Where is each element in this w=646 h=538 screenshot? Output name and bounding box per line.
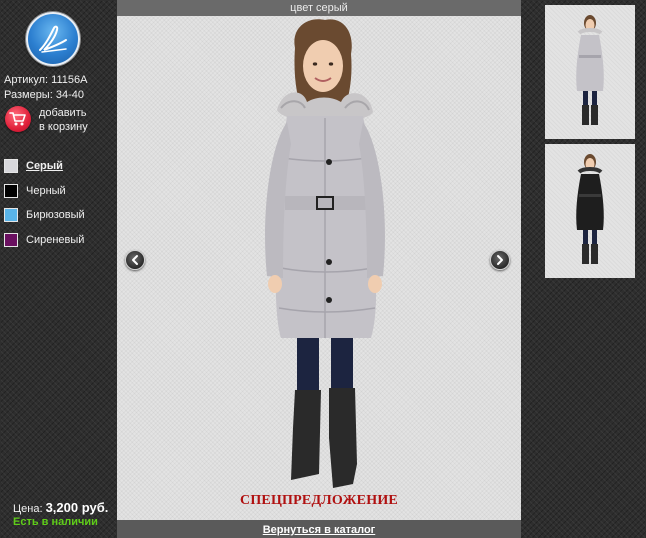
shopping-cart-icon[interactable] — [5, 106, 31, 132]
color-option-gray[interactable]: Серый — [4, 158, 116, 174]
article-value: 11156A — [51, 74, 88, 86]
product-sidebar: Артикул: 11156A Размеры: 34-40 добавить … — [0, 0, 117, 538]
color-label-black[interactable]: Черный — [26, 185, 66, 197]
price-amount: 3,200 руб. — [45, 500, 109, 515]
color-label-gray[interactable]: Серый — [26, 160, 63, 172]
viewer-footer: Вернуться в каталог — [117, 520, 521, 538]
color-swatch-turquoise[interactable] — [4, 208, 18, 222]
thumbnail-gray-image — [576, 15, 604, 125]
color-option-black[interactable]: Черный — [4, 183, 116, 199]
color-list: Серый Черный Бирюзовый Сиреневый — [4, 158, 116, 256]
thumbnail-black-image — [576, 154, 604, 264]
thumbnail-list — [545, 5, 635, 283]
add-to-cart-label-line1: добавить — [39, 107, 87, 119]
sizes-value: 34-40 — [55, 89, 84, 101]
color-swatch-lilac[interactable] — [4, 232, 18, 247]
article-line: Артикул: 11156A — [4, 73, 87, 88]
chevron-right-icon — [497, 255, 503, 265]
add-to-cart-label-line2: в корзину — [39, 121, 88, 133]
chevron-left-icon — [132, 255, 138, 265]
thumbnail-black[interactable] — [545, 144, 635, 278]
thumbnail-gray[interactable] — [545, 5, 635, 139]
logo-emblem-icon[interactable] — [26, 12, 80, 66]
price-label: Цена: — [13, 503, 43, 515]
color-label-turquoise[interactable]: Бирюзовый — [26, 209, 85, 221]
color-option-turquoise[interactable]: Бирюзовый — [4, 207, 116, 223]
price: Цена: 3,200 руб. — [13, 500, 108, 515]
back-to-catalog-link[interactable]: Вернуться в каталог — [263, 524, 376, 536]
sizes-line: Размеры: 34-40 — [4, 88, 87, 103]
color-swatch-gray[interactable] — [4, 159, 18, 173]
logo-emblem-glyph — [39, 25, 67, 53]
image-viewer: цвет серый СПЕЦПРЕДЛОЖЕНИЕ Вернуться в к… — [117, 0, 521, 538]
color-option-lilac[interactable]: Сиреневый — [4, 232, 116, 248]
product-meta: Артикул: 11156A Размеры: 34-40 — [4, 73, 87, 103]
article-label: Артикул: — [4, 74, 49, 86]
stock-status: Есть в наличии — [13, 516, 98, 528]
add-to-cart-button[interactable]: добавить в корзину — [5, 106, 115, 136]
viewer-caption: цвет серый — [117, 0, 521, 16]
color-label-lilac[interactable]: Сиреневый — [26, 234, 84, 246]
color-swatch-black[interactable] — [4, 183, 18, 198]
add-to-cart-label[interactable]: добавить в корзину — [39, 106, 115, 134]
sizes-label: Размеры: — [4, 89, 53, 101]
special-offer-label: СПЕЦПРЕДЛОЖЕНИЕ — [240, 493, 398, 508]
next-image-button[interactable] — [490, 250, 510, 270]
product-main-image[interactable] — [225, 18, 415, 496]
prev-image-button[interactable] — [125, 250, 145, 270]
